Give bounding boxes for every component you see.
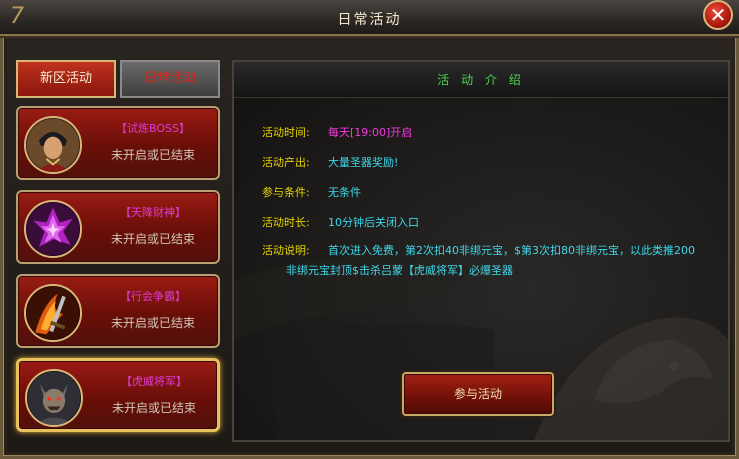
event-item-trial-boss[interactable]: 【试炼BOSS】 未开启或已结束 [16,106,220,180]
event-status: 未开启或已结束 [110,316,195,330]
join-event-button[interactable]: 参与活动 [402,372,554,416]
title-bar: 7 日常活动 ✕ [0,0,739,38]
duration-label: 活动时长: [262,216,310,229]
info-row-time: 活动时间: 每天[19:00]开启 [262,124,412,142]
event-detail-panel: 活 动 介 绍 活动时间: 每天[19:00]开启 活动产出: 大量圣器奖励! 参与… [232,60,730,442]
event-item-guild-war[interactable]: 【行会争霸】 未开启或已结束 [16,274,220,348]
tab-new-server-events[interactable]: 新区活动 [16,60,116,98]
time-label: 活动时间: [262,126,310,139]
event-item-tiger-general[interactable]: 【虎威将军】 未开启或已结束 [16,358,220,432]
output-label: 活动产出: [262,156,310,169]
event-name: 【行会争霸】 [120,290,186,303]
detail-header: 活 动 介 绍 [234,62,728,98]
purple-crystal-icon [24,200,82,258]
event-status: 未开启或已结束 [111,401,196,415]
dialog-title: 日常活动 [337,12,402,28]
info-row-condition: 参与条件: 无条件 [262,184,361,202]
event-list-panel: 新区活动 日常活动 【试炼BOSS】 未开启或已结束 【天降财神】 未开启或已结… [10,60,224,440]
event-item-god-of-wealth[interactable]: 【天降财神】 未开启或已结束 [16,190,220,264]
info-row-output: 活动产出: 大量圣器奖励! [262,154,398,172]
event-name: 【虎威将军】 [121,375,187,388]
close-button[interactable]: ✕ [703,0,733,30]
duration-value: 10分钟后关闭入口 [328,216,419,229]
event-status: 未开启或已结束 [110,148,195,162]
tab-daily-events[interactable]: 日常活动 [120,60,220,98]
flame-sword-icon [24,284,82,342]
info-row-description: 活动说明: [262,242,328,260]
event-name: 【试炼BOSS】 [116,122,190,135]
output-value: 大量圣器奖励! [328,156,399,169]
general-portrait-icon [24,116,82,174]
description-line-2: 非绑元宝封顶$击杀吕蒙【虎威将军】必爆圣器 [286,264,513,277]
condition-label: 参与条件: [262,186,310,199]
event-status: 未开启或已结束 [110,232,195,246]
description-line-1: 首次进入免费，第2次扣40非绑元宝，$第3次扣80非绑元宝，以此类推200 [328,244,695,257]
demon-warrior-icon [25,369,83,427]
description-label: 活动说明: [262,244,310,257]
condition-value: 无条件 [328,186,361,199]
event-name: 【天降财神】 [120,206,186,219]
info-row-duration: 活动时长: 10分钟后关闭入口 [262,214,419,232]
time-value: 每天[19:00]开启 [328,126,413,139]
